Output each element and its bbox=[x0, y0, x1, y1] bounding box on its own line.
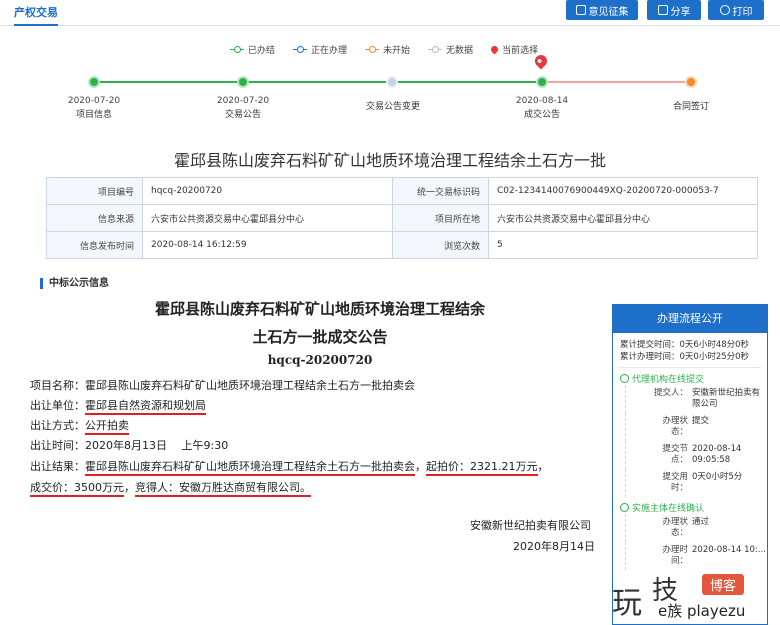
panel-title: 办理流程公开 bbox=[613, 305, 767, 333]
line-method: 出让方式：公开拍卖 bbox=[30, 417, 129, 435]
timeline-segment-done-2 bbox=[392, 81, 542, 83]
table-key: 信息来源 bbox=[46, 204, 143, 232]
timeline-segment-pending bbox=[542, 81, 692, 83]
check-circle-icon bbox=[620, 374, 629, 383]
legend-not-started: 未开始 bbox=[365, 43, 410, 56]
step-date: 2020-08-14 bbox=[515, 96, 569, 106]
step-label: 交易公告变更 bbox=[365, 102, 420, 112]
total-handle-time: 累计办理时间：0天0小时25分0秒 bbox=[620, 352, 750, 362]
table-value: hqcq-20200720 bbox=[142, 177, 393, 205]
legend-in-progress: 正在办理 bbox=[293, 43, 347, 56]
step-node-notice-change[interactable] bbox=[386, 76, 398, 88]
share-icon bbox=[657, 5, 668, 15]
line-unit: 出让单位：霍邱县自然资源和规划局 bbox=[30, 397, 206, 415]
table-row: 项目编号 hqcq-20200720 统一交易标识码 C02-123414007… bbox=[46, 177, 758, 205]
deal-price: 成交价：3500万元 bbox=[30, 481, 124, 497]
line-result: 出让结果：霍邱县陈山废弃石料矿矿山地质环境治理工程结余土石方一批拍卖会，起拍价：… bbox=[30, 458, 549, 476]
line-project: 项目名称：霍邱县陈山废弃石料矿矿山地质环境治理工程结余土石方一批拍卖会 bbox=[30, 379, 415, 392]
sign-date: 2020年8月14日 bbox=[513, 540, 595, 553]
start-price: 起拍价：2321.21万元 bbox=[426, 460, 538, 476]
step-node-project-info[interactable] bbox=[88, 76, 100, 88]
announcement-code: hqcq-20200720 bbox=[267, 353, 373, 367]
step-date: 2020-07-20 bbox=[216, 96, 270, 106]
feedback-button-label: 意见征集 bbox=[588, 6, 629, 18]
watermark-tag: 博客 bbox=[702, 574, 745, 595]
share-button-label: 分享 bbox=[670, 6, 691, 18]
line-time: 出让时间：2020年8月13日 上午9:30 bbox=[30, 439, 229, 452]
legend-current: 当前选择 bbox=[489, 43, 538, 56]
panel-row: 提交用时： 0天0小时5分 bbox=[625, 469, 767, 497]
table-key: 信息发布时间 bbox=[46, 231, 143, 259]
panel-row: 提交节点： 2020-08-14 09:05:58 bbox=[625, 441, 767, 469]
share-button[interactable]: 分享 bbox=[647, 0, 701, 20]
project-info-table: 项目编号 hqcq-20200720 统一交易标识码 C02-123414007… bbox=[46, 177, 758, 259]
step-label: 成交公告 bbox=[523, 110, 560, 120]
table-value: 5 bbox=[488, 231, 758, 259]
edit-icon bbox=[575, 5, 586, 15]
step-label: 合同签订 bbox=[672, 102, 709, 112]
section-title: 中标公示信息 bbox=[40, 278, 109, 289]
step-node-deal-notice[interactable] bbox=[536, 76, 548, 88]
legend-done-icon bbox=[230, 46, 244, 53]
step-label: 交易公告 bbox=[224, 110, 261, 120]
table-key: 浏览次数 bbox=[392, 231, 489, 259]
table-value: C02-1234140076900449XQ-20200720-000053-7 bbox=[488, 177, 758, 205]
legend-no-data-icon bbox=[428, 46, 443, 53]
top-bar: 产权交易 意见征集 分享 打印 bbox=[0, 0, 780, 26]
panel-row: 办理时间： 2020-08-14 10:... bbox=[625, 542, 767, 570]
result-project: 霍邱县陈山废弃石料矿矿山地质环境治理工程结余土石方一批拍卖会 bbox=[85, 460, 415, 476]
announcement-title-line2: 土石方一批成交公告 bbox=[252, 328, 388, 346]
section-agency-submit: 代理机构在线提交 bbox=[613, 372, 767, 385]
line-deal: 成交价：3500万元，竞得人：安徽万胜达商贸有限公司。 bbox=[30, 479, 311, 497]
section-entity-confirm: 实施主体在线确认 bbox=[613, 501, 767, 514]
check-circle-icon bbox=[620, 503, 629, 512]
legend-not-started-icon bbox=[365, 46, 380, 53]
table-value: 2020-08-14 16:12:59 bbox=[142, 231, 393, 259]
print-icon bbox=[719, 5, 730, 15]
step-node-contract[interactable] bbox=[685, 76, 697, 88]
legend-done: 已办结 bbox=[230, 43, 275, 56]
table-key: 统一交易标识码 bbox=[392, 177, 489, 205]
table-row: 信息来源 六安市公共资源交易中心霍邱县分中心 项目所在地 六安市公共资源交易中心… bbox=[46, 204, 758, 232]
legend-no-data: 无数据 bbox=[428, 43, 473, 56]
table-row: 信息发布时间 2020-08-14 16:12:59 浏览次数 5 bbox=[46, 231, 758, 259]
table-key: 项目编号 bbox=[46, 177, 143, 205]
location-pin-icon bbox=[489, 44, 500, 55]
print-button-label: 打印 bbox=[732, 6, 753, 18]
table-key: 项目所在地 bbox=[392, 204, 489, 232]
total-submit-time: 累计提交时间：0天6小时48分0秒 bbox=[620, 340, 750, 350]
print-button[interactable]: 打印 bbox=[708, 0, 764, 20]
tab-property-trading[interactable]: 产权交易 bbox=[14, 4, 58, 26]
step-node-trade-notice[interactable] bbox=[237, 76, 249, 88]
status-legend: 已办结 正在办理 未开始 无数据 当前选择 bbox=[230, 43, 538, 56]
sale-time: 2020年8月13日 上午9:30 bbox=[85, 439, 229, 452]
sign-company: 安徽新世纪拍卖有限公司 bbox=[470, 519, 591, 532]
buyer: 竞得人：安徽万胜达商贸有限公司。 bbox=[135, 481, 311, 497]
project-name: 霍邱县陈山废弃石料矿矿山地质环境治理工程结余土石方一批拍卖会 bbox=[85, 379, 415, 392]
step-label: 项目信息 bbox=[75, 110, 112, 120]
legend-in-progress-icon bbox=[293, 46, 308, 53]
panel-row: 办理状态： 通过 bbox=[625, 514, 767, 542]
feedback-button[interactable]: 意见征集 bbox=[566, 0, 638, 20]
step-date: 2020-07-20 bbox=[67, 96, 121, 106]
sale-method: 公开拍卖 bbox=[85, 419, 129, 435]
seller-unit: 霍邱县自然资源和规划局 bbox=[85, 399, 206, 415]
page-title: 霍邱县陈山废弃石料矿矿山地质环境治理工程结余土石方一批 bbox=[173, 151, 606, 170]
watermark: 玩 技 博客 e族 playezu bbox=[612, 572, 780, 625]
table-value: 六安市公共资源交易中心霍邱县分中心 bbox=[488, 204, 758, 232]
panel-row: 提交人： 安徽新世纪拍卖有限公司 bbox=[625, 385, 767, 413]
panel-row: 办理状态： 提交 bbox=[625, 413, 767, 441]
watermark-char: 玩 bbox=[612, 586, 642, 621]
table-value: 六安市公共资源交易中心霍邱县分中心 bbox=[142, 204, 393, 232]
announcement-title-line1: 霍邱县陈山废弃石料矿矿山地质环境治理工程结余 bbox=[154, 300, 485, 318]
watermark-domain: e族 playezu bbox=[658, 602, 746, 620]
